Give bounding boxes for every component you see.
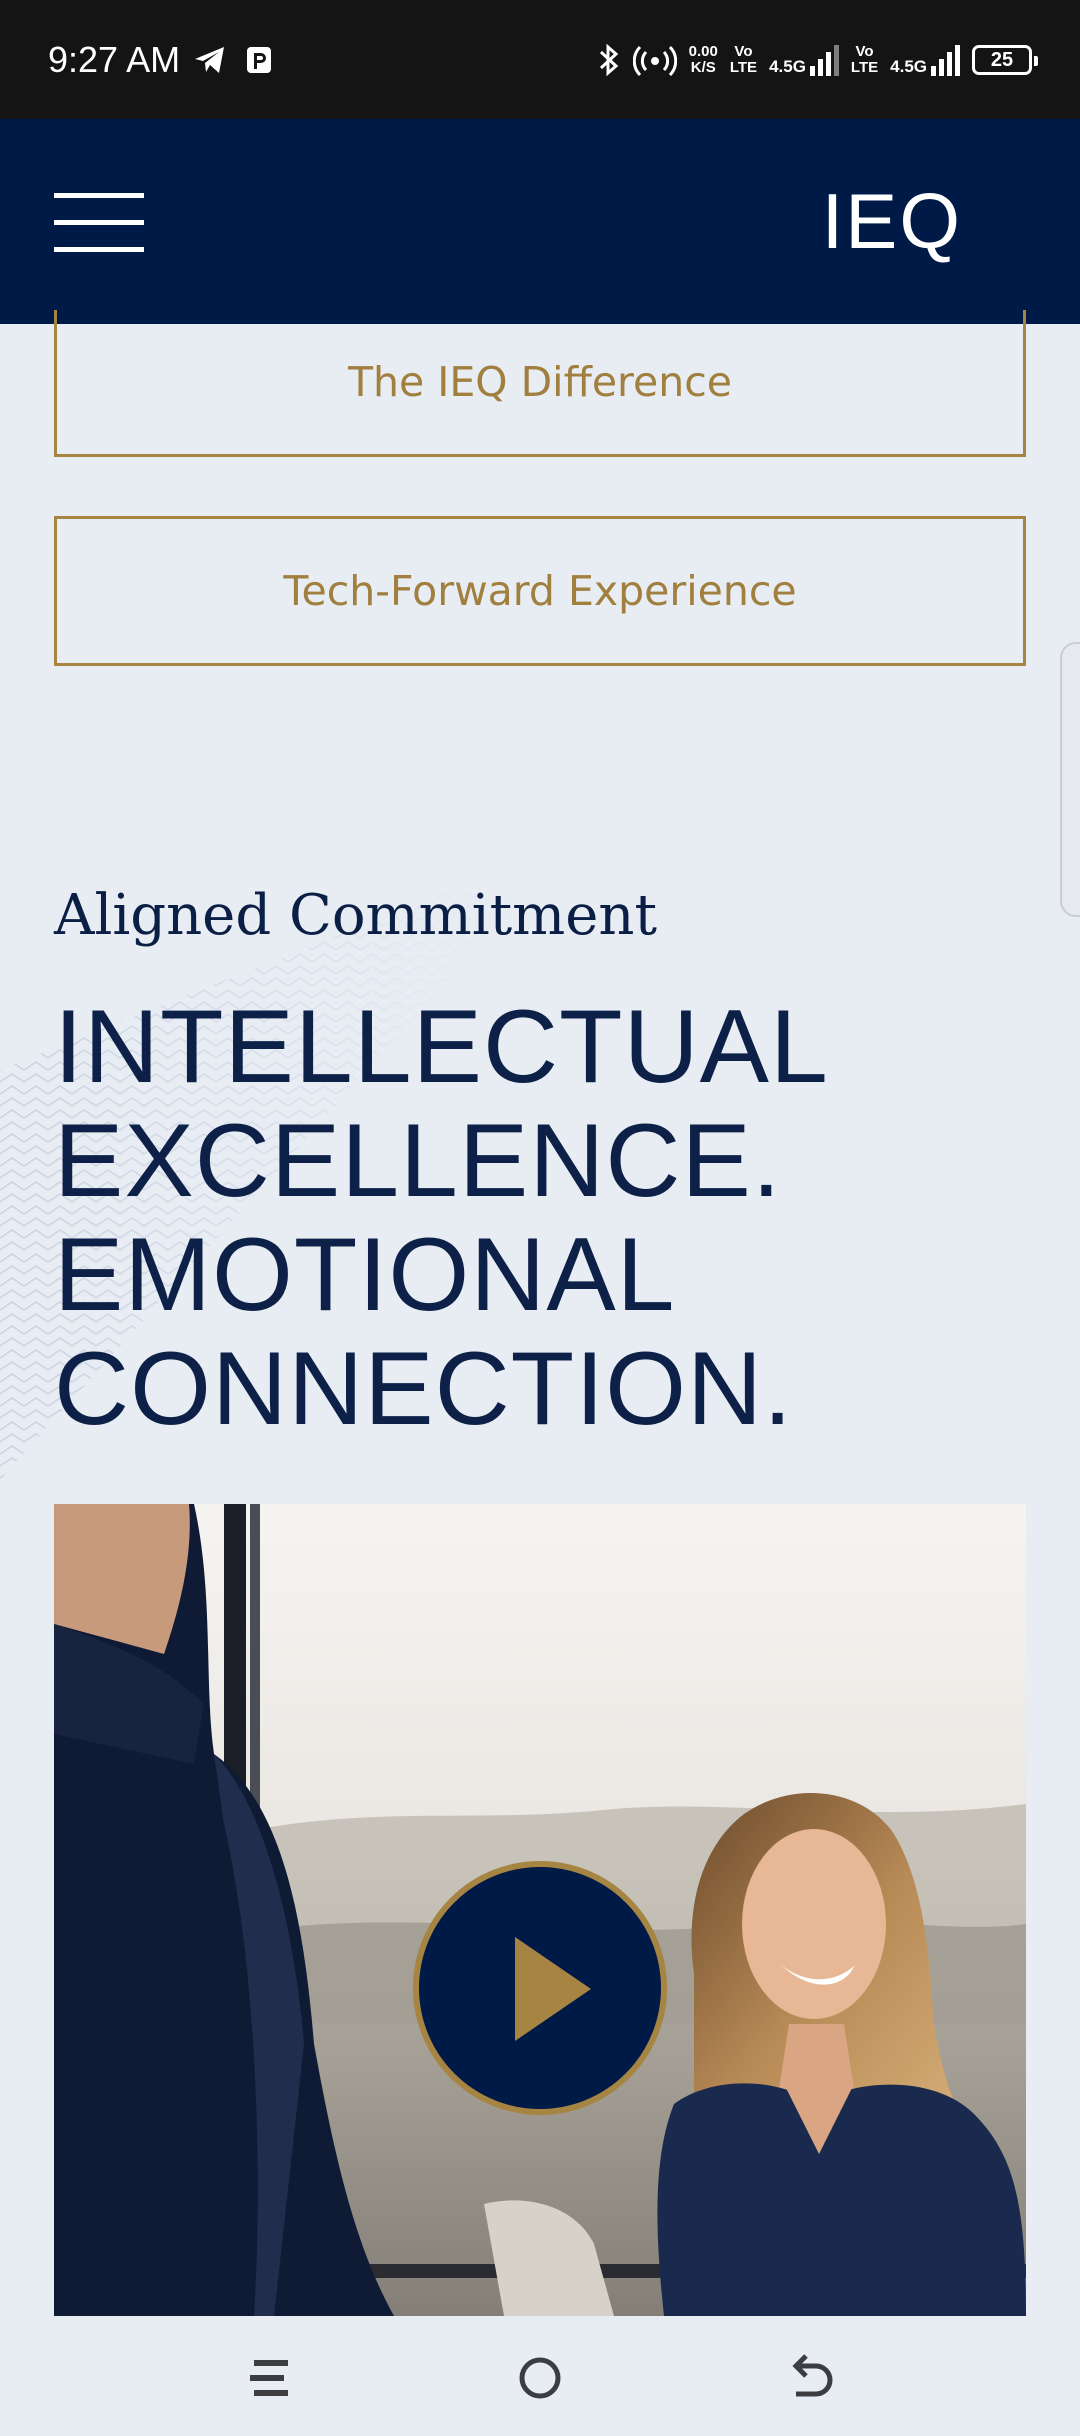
status-time: 9:27 AM xyxy=(48,39,181,80)
sim1-volte-top: Vo xyxy=(734,43,753,60)
section-eyebrow: Aligned Commitment xyxy=(54,883,657,948)
net-speed-unit: K/S xyxy=(690,59,716,76)
sim2-volte-bottom: LTE xyxy=(850,59,879,76)
battery-icon: 25 xyxy=(972,45,1038,75)
status-right: 0.00 K/S Vo LTE 4.5G Vo LTE 4.5G 25 xyxy=(597,30,1038,90)
site-header: IEQ xyxy=(0,119,1080,324)
headline-line-2: EXCELLENCE. xyxy=(54,1103,782,1219)
headline-line-4: CONNECTION. xyxy=(54,1331,793,1447)
sim1-volte: Vo LTE xyxy=(730,44,757,76)
side-drawer-handle[interactable] xyxy=(1060,642,1080,917)
system-navigation-bar xyxy=(0,2316,1080,2436)
menu-icon[interactable] xyxy=(242,2350,298,2406)
net-speed: 0.00 K/S xyxy=(689,44,718,76)
sim1-network-type: 4.5G xyxy=(769,57,806,76)
back-icon[interactable] xyxy=(784,2350,840,2406)
headline-line-1: INTELLECTUAL xyxy=(54,989,829,1105)
tech-forward-experience-button[interactable]: Tech-Forward Experience xyxy=(54,516,1026,666)
headline-line-3: EMOTIONAL xyxy=(54,1217,676,1333)
bluetooth-icon xyxy=(599,43,618,77)
sim1-signal-bars-icon xyxy=(809,44,839,76)
sim1-volte-bottom: LTE xyxy=(729,59,758,76)
ieq-logo[interactable]: IEQ xyxy=(822,171,962,271)
parking-icon xyxy=(247,47,271,73)
sim2-volte: Vo LTE xyxy=(851,44,878,76)
status-bar: 9:27 AM 0.00 K/S Vo LTE 4.5G Vo LTE 4.5G… xyxy=(0,0,1080,119)
net-speed-value: 0.00 xyxy=(688,43,718,60)
sim2-volte-top: Vo xyxy=(855,43,874,60)
sim2-network-type: 4.5G xyxy=(890,57,927,76)
telegram-icon xyxy=(195,47,224,73)
home-icon[interactable] xyxy=(512,2350,568,2406)
screen: 9:27 AM 0.00 K/S Vo LTE 4.5G Vo LTE 4.5G… xyxy=(0,0,1080,2436)
hotspot-icon xyxy=(632,45,677,77)
battery-level: 25 xyxy=(990,48,1014,71)
section-headline: INTELLECTUAL EXCELLENCE. EMOTIONAL CONNE… xyxy=(54,990,1044,1446)
status-app-icons xyxy=(193,42,273,78)
ieq-difference-button[interactable]: The IEQ Difference xyxy=(54,310,1026,457)
sim1-signal: 4.5G xyxy=(769,44,839,76)
video-thumbnail[interactable] xyxy=(54,1504,1026,2316)
sim2-signal-bars-icon xyxy=(931,44,960,76)
hamburger-menu-icon[interactable] xyxy=(54,193,144,253)
play-button[interactable] xyxy=(413,1861,667,2115)
sim2-signal: 4.5G xyxy=(890,44,960,76)
